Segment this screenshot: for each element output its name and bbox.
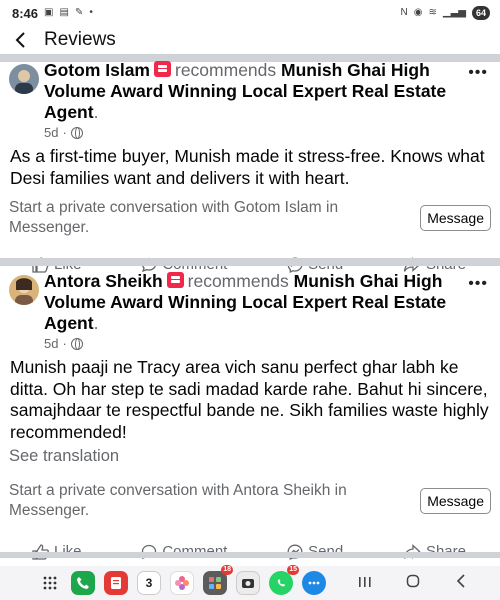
nfc-icon: N [400,7,408,18]
review-text: Munish paaji ne Tracy area vich sanu per… [10,357,489,442]
notification-badge: 18 [221,565,233,575]
author-name[interactable]: Gotom Islam [44,60,150,80]
signal-icon: ▁▃▅ [442,7,466,18]
post-meta: 5d · [44,125,460,140]
location-icon: ◉ [413,7,423,18]
recent-apps-icon[interactable] [353,575,377,592]
messages-app-icon[interactable] [302,571,326,595]
globe-icon [70,337,83,350]
recommends-label: recommends [187,271,289,291]
recommendation-icon [166,272,184,288]
edit-icon: ✎ [74,7,84,18]
back-arrow-icon[interactable] [10,29,32,51]
headline-period: . [93,102,99,122]
wifi-icon: ≋ [428,7,437,18]
globe-icon [70,126,83,139]
gallery-icon: ▤ [59,7,69,18]
photos-app-icon[interactable] [170,571,194,595]
message-button[interactable]: Message [420,488,491,514]
avatar[interactable] [9,64,39,94]
dot-separator: · [62,336,67,351]
messenger-prompt-text: Start a private conversation with Antora… [9,482,347,519]
avatar[interactable] [9,275,39,305]
recommends-label: recommends [175,60,277,80]
home-icon[interactable] [401,574,425,592]
messenger-prompt-row: Start a private conversation with Gotom … [0,198,500,238]
review-post: Antora Sheikh recommends Munish Ghai High… [0,271,500,560]
author-name[interactable]: Antora Sheikh [44,271,163,291]
post-separator [0,552,500,558]
post-separator [0,258,500,266]
screenshot-icon: ▣ [44,7,54,18]
notes-app-icon[interactable] [104,571,128,595]
dot-separator: · [62,125,67,140]
review-post: Gotom Islam recommends Munish Ghai High V… [0,60,500,273]
app-folder-icon[interactable]: 18 [203,565,233,595]
calendar-day: 3 [145,576,153,590]
app-header: Reviews [0,26,500,54]
review-text: As a first-time buyer, Munish made it st… [10,146,485,188]
post-meta: 5d · [44,336,460,351]
messenger-prompt-row: Start a private conversation with Antora… [0,481,500,521]
calendar-app-icon[interactable]: 3 [137,571,161,595]
app-drawer-icon[interactable] [38,571,62,595]
headline-period: . [93,313,99,333]
camera-app-icon[interactable] [236,571,260,595]
see-translation-link[interactable]: See translation [0,447,500,466]
messenger-prompt-text: Start a private conversation with Gotom … [9,199,339,236]
more-options-icon[interactable]: ••• [468,64,488,82]
post-time[interactable]: 5d [44,336,58,351]
whatsapp-app-icon[interactable]: 15 [269,565,299,595]
review-headline: Antora Sheikh recommends Munish Ghai High… [44,271,460,334]
back-nav-icon[interactable] [449,574,473,592]
system-nav-bar: 3 18 15 [0,565,500,600]
post-time[interactable]: 5d [44,125,58,140]
review-headline: Gotom Islam recommends Munish Ghai High V… [44,60,460,123]
message-button[interactable]: Message [420,205,491,231]
page-title: Reviews [44,29,116,50]
status-bar: 8:46 ▣ ▤ ✎ • N ◉ ≋ ▁▃▅ 64 [0,0,500,26]
dot-icon: • [89,7,93,18]
notification-badge: 15 [287,565,299,575]
status-time: 8:46 [12,5,39,21]
phone-app-icon[interactable] [71,571,95,595]
post-header: Antora Sheikh recommends Munish Ghai High… [0,271,500,351]
post-header: Gotom Islam recommends Munish Ghai High V… [0,60,500,140]
battery-indicator: 64 [471,6,490,20]
more-options-icon[interactable]: ••• [468,275,488,293]
recommendation-icon [154,61,171,77]
